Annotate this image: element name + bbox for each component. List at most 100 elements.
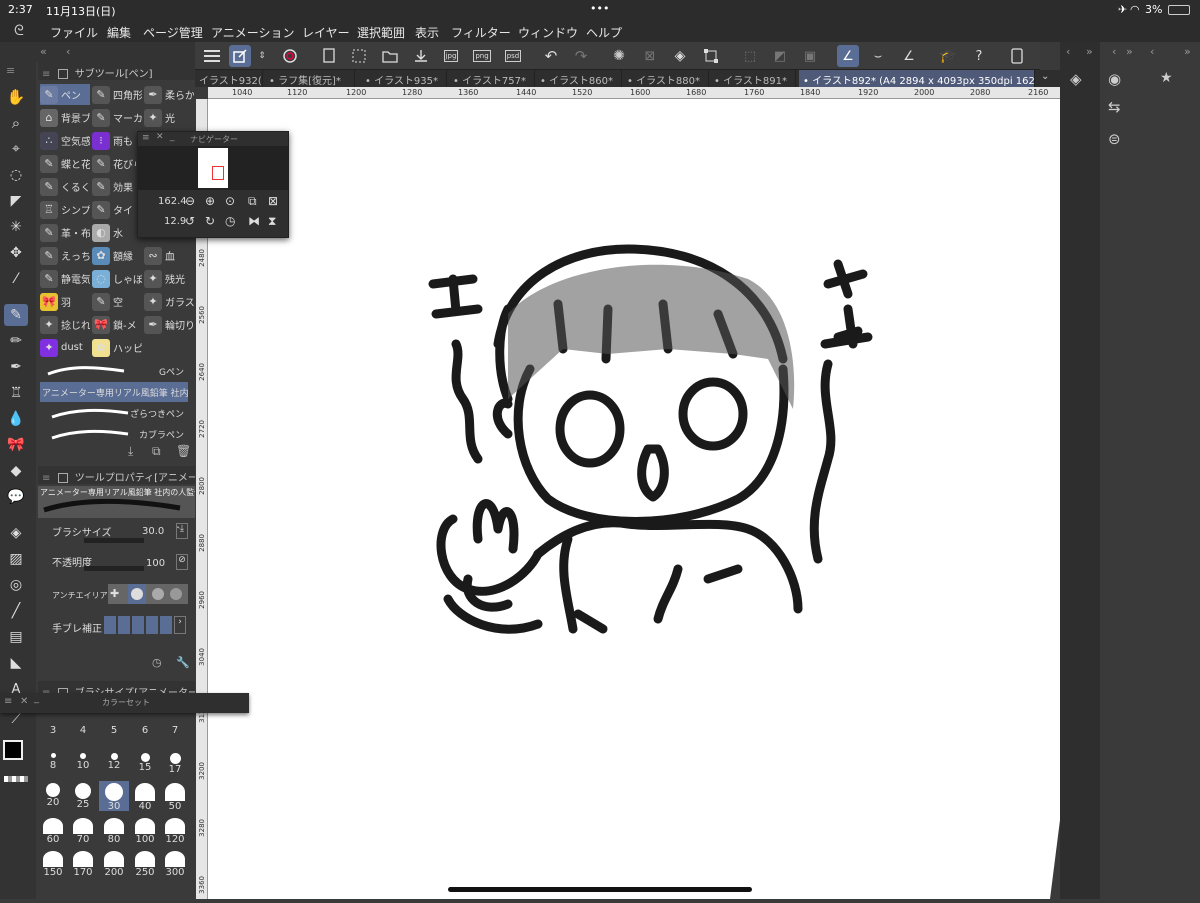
- brush-size-300[interactable]: 300: [160, 851, 190, 881]
- collapse-icon[interactable]: «: [40, 45, 47, 58]
- menu-layer[interactable]: レイヤー: [302, 24, 350, 41]
- close-icon[interactable]: ✕: [20, 696, 28, 707]
- subtool-item[interactable]: ◌ しゃぼ: [92, 268, 142, 289]
- subtool-item[interactable]: ⌂ 背景ブ: [40, 107, 90, 128]
- antialias-none-icon[interactable]: ✚: [110, 587, 124, 601]
- brush-size-250[interactable]: 250: [130, 851, 160, 881]
- layers-icon[interactable]: ◈: [1070, 70, 1082, 88]
- eyedropper-icon[interactable]: ⁄: [4, 268, 28, 290]
- pen-icon[interactable]: ✎: [4, 304, 28, 326]
- menu-animation[interactable]: アニメーション: [211, 24, 295, 41]
- menu-filter[interactable]: フィルター: [451, 24, 511, 41]
- wrench-icon[interactable]: 🔧: [176, 656, 190, 669]
- help-bubble-icon[interactable]: ?: [968, 45, 990, 67]
- brush-preset[interactable]: ざらつきペン: [40, 403, 188, 423]
- subtool-item[interactable]: 🎀 鎖-メ: [92, 314, 142, 335]
- antialias-strong-icon[interactable]: [170, 588, 182, 600]
- zoom-icon[interactable]: ⌕: [4, 112, 28, 134]
- redo-icon[interactable]: ↷: [570, 45, 592, 67]
- chevron-left-icon[interactable]: ‹: [1150, 45, 1154, 58]
- brush-size-17[interactable]: 17: [160, 753, 190, 783]
- export-psd-icon[interactable]: psd: [502, 45, 524, 67]
- gradient-icon[interactable]: ▨: [4, 548, 28, 570]
- learn-icon[interactable]: 🎓: [937, 45, 959, 67]
- menu-window[interactable]: ウィンドウ: [518, 24, 578, 41]
- new-canvas-icon[interactable]: [319, 45, 341, 67]
- subtool-item[interactable]: ✎ 革・布: [40, 222, 90, 243]
- blend-icon[interactable]: 💧: [4, 408, 28, 430]
- drawing-canvas[interactable]: [208, 99, 1060, 899]
- rotation-value[interactable]: 12.9: [164, 216, 186, 227]
- subtool-item[interactable]: ✎ マーカ: [92, 107, 142, 128]
- brush-preset[interactable]: Gペン: [40, 361, 188, 381]
- menu-edit[interactable]: 編集: [107, 24, 131, 41]
- opacity-value[interactable]: 100: [146, 558, 165, 569]
- pressure-icon[interactable]: ⤓: [176, 523, 188, 539]
- clear-icon[interactable]: ⊠: [639, 45, 661, 67]
- navigator-preview[interactable]: [138, 146, 288, 190]
- subtool-item[interactable]: ✎ ペン: [40, 84, 90, 105]
- brush-size-50[interactable]: 50: [160, 783, 190, 813]
- subtool-item[interactable]: ✦ 残光: [144, 268, 194, 289]
- download-icon[interactable]: ⤓: [128, 444, 133, 459]
- lasso-icon[interactable]: ◌: [4, 164, 28, 186]
- rotate-right-icon[interactable]: ↻: [205, 214, 215, 228]
- swap-icon[interactable]: ⇆: [1108, 98, 1121, 116]
- brush-size-80[interactable]: 80: [99, 818, 129, 848]
- export-png-icon[interactable]: png: [471, 45, 493, 67]
- deselect-icon[interactable]: ⬚: [739, 45, 761, 67]
- reset-icon[interactable]: ◷: [152, 656, 162, 669]
- brush-icon[interactable]: ✒: [4, 356, 28, 378]
- subtool-item[interactable]: ✒ 輪切り: [144, 314, 194, 335]
- subtool-item[interactable]: ✎ 空: [92, 291, 142, 312]
- brush-size-6[interactable]: 6: [130, 725, 160, 755]
- figure-icon[interactable]: ◎: [4, 574, 28, 596]
- operation-icon[interactable]: ⌖: [4, 138, 28, 160]
- brush-preset[interactable]: カブラペン: [40, 424, 188, 444]
- subtool-item[interactable]: ✎ くるく: [40, 176, 90, 197]
- open-folder-icon[interactable]: [379, 45, 401, 67]
- antialias-selector[interactable]: ✚: [108, 584, 188, 604]
- stroke-b-icon[interactable]: ⌣: [867, 45, 889, 67]
- subtool-item[interactable]: ♖ シンプ: [40, 199, 90, 220]
- subtool-item[interactable]: ⁝ 雨も: [92, 130, 136, 151]
- subtool-item[interactable]: ✎ 蝶と花: [40, 153, 90, 174]
- subtool-item[interactable]: ∴ 空気感: [40, 130, 90, 151]
- tab-document[interactable]: • イラスト757*: [449, 70, 535, 87]
- brush-preset-selected[interactable]: アニメーター専用リアル風鉛筆 社内: [40, 382, 188, 402]
- brush-size-70[interactable]: 70: [68, 818, 98, 848]
- brush-size-12[interactable]: 12: [99, 753, 129, 783]
- subtool-item[interactable]: ✒ 柔らか: [144, 84, 194, 105]
- zoom-out-icon[interactable]: ⊖: [185, 194, 195, 208]
- transparent-color-swatch[interactable]: [4, 776, 28, 782]
- brush-size-10[interactable]: 10: [68, 753, 98, 783]
- selection-icon[interactable]: [348, 45, 370, 67]
- fill-tool-icon[interactable]: ◈: [4, 522, 28, 544]
- brush-size-150[interactable]: 150: [38, 851, 68, 881]
- menu-file[interactable]: ファイル: [50, 24, 98, 41]
- subtool-item[interactable]: ✦ dust: [40, 337, 90, 358]
- transform-icon[interactable]: [700, 45, 722, 67]
- brush-size-170[interactable]: 170: [68, 851, 98, 881]
- tab-document[interactable]: • イラスト860*: [536, 70, 622, 87]
- fit-icon[interactable]: ⊙: [225, 194, 235, 208]
- subtool-item[interactable]: ✎ えっち: [40, 245, 90, 266]
- brush-size-30-selected[interactable]: 30: [99, 781, 129, 812]
- home-indicator[interactable]: [448, 887, 752, 892]
- menu-icon[interactable]: ≡: [4, 696, 12, 707]
- expand-icon[interactable]: »: [1184, 45, 1191, 58]
- menu-icon[interactable]: ≡: [42, 69, 54, 80]
- brush-size-100[interactable]: 100: [130, 818, 160, 848]
- tab-document-active[interactable]: • イラスト892* (A4 2894 x 4093px 350dpi 162.…: [799, 70, 1035, 87]
- frame-icon[interactable]: ▤: [4, 626, 28, 648]
- opacity-slider[interactable]: [84, 566, 144, 571]
- subtool-item[interactable]: ◐ 水: [92, 222, 142, 243]
- subtool-item[interactable]: ✎ 静電気: [40, 268, 90, 289]
- brush-size-25[interactable]: 25: [68, 783, 98, 813]
- tab-document[interactable]: • イラスト935*: [361, 70, 447, 87]
- zoom-value[interactable]: 162.4: [158, 196, 187, 207]
- multitask-dots[interactable]: •••: [590, 2, 609, 15]
- brush-size-7[interactable]: 7: [160, 725, 190, 755]
- favorite-icon[interactable]: ★: [1160, 70, 1173, 86]
- app-logo-icon[interactable]: ᘓ: [14, 23, 24, 39]
